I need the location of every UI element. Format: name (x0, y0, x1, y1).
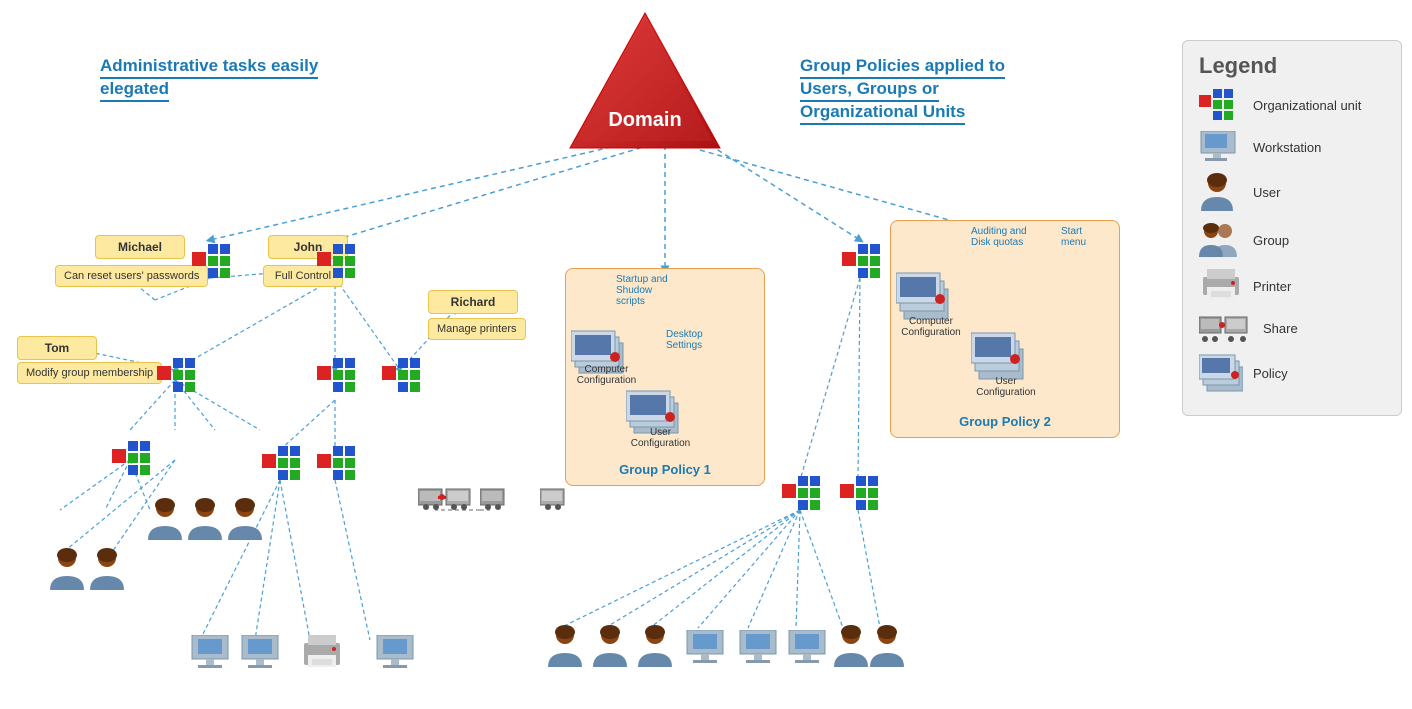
legend-item-group: Group (1199, 221, 1385, 259)
legend-user-icon (1199, 173, 1243, 211)
legend-item-workstation: Workstation (1199, 131, 1385, 163)
user-icon-r2 (593, 625, 627, 667)
legend-ws-icon (1199, 131, 1243, 163)
gp1-startup-label: Startup andShudowscripts (616, 274, 761, 307)
ws-icon-r3 (787, 630, 831, 668)
user-icon-r3 (638, 625, 672, 667)
main-canvas: Administrative tasks easily elegated Gro… (0, 0, 1412, 709)
gp2-uc-label: UserConfiguration (971, 376, 1041, 398)
michael-desc: Can reset users' passwords (55, 265, 208, 287)
heading-right: Group Policies applied to Users, Groups … (800, 55, 1060, 124)
share-icon-3 (540, 483, 584, 511)
gp1-title: Group Policy 1 (574, 462, 756, 477)
printer-icon-1 (300, 635, 344, 673)
legend-title: Legend (1199, 53, 1385, 79)
domain-triangle-svg: Domain (565, 8, 725, 153)
legend-item-user: User (1199, 173, 1385, 211)
gp2-cc-label: ComputerConfiguration (896, 316, 966, 338)
ou-icon-mid1 (157, 358, 201, 396)
legend-ou-icon (1199, 89, 1243, 121)
svg-text:Domain: Domain (608, 109, 681, 131)
user-icon-3 (228, 498, 262, 540)
user-icon-r1 (548, 625, 582, 667)
legend-item-policy: Policy (1199, 353, 1385, 393)
ou-icon-right3 (840, 476, 884, 514)
heading-left: Administrative tasks easily elegated (100, 55, 320, 101)
user-icon-4 (50, 548, 84, 590)
gp1-box: ComputerConfiguration UserConfiguration … (565, 268, 765, 486)
ou-icon-right2 (782, 476, 826, 514)
richard-desc: Manage printers (428, 318, 526, 340)
legend-ws-label: Workstation (1253, 140, 1321, 155)
gp1-desktop-label: DesktopSettings (666, 329, 766, 351)
user-icon-2 (188, 498, 222, 540)
ws-icon-r2 (738, 630, 782, 668)
ws-icon-3 (375, 635, 419, 673)
legend-policy-icon (1199, 353, 1243, 393)
user-icon-r5 (870, 625, 904, 667)
ws-icon-r1 (685, 630, 729, 668)
ou-icon-topright (317, 244, 361, 282)
gp2-startmenu-label: Startmenu (1061, 226, 1121, 248)
user-icon-1 (148, 498, 182, 540)
domain-container: Domain (565, 8, 725, 158)
tom-desc: Modify group membership (17, 362, 162, 384)
legend-user-label: User (1253, 185, 1280, 200)
legend-group-label: Group (1253, 233, 1289, 248)
ou-icon-topleft (192, 244, 236, 282)
richard-label: Richard (428, 290, 518, 314)
legend-item-share: Share (1199, 313, 1385, 343)
legend-item-printer: Printer (1199, 269, 1385, 303)
gp2-title: Group Policy 2 (899, 414, 1111, 429)
legend-policy-label: Policy (1253, 366, 1288, 381)
legend-printer-icon (1199, 269, 1243, 303)
legend-printer-label: Printer (1253, 279, 1291, 294)
legend-group-icon (1199, 221, 1243, 259)
ou-icon-bot3 (317, 446, 361, 484)
gp1-uc-label: UserConfiguration (628, 427, 693, 449)
legend-share-label: Share (1263, 321, 1298, 336)
ou-icon-mid2 (317, 358, 361, 396)
legend-ou-label: Organizational unit (1253, 98, 1361, 113)
legend-share-icon (1199, 313, 1253, 343)
michael-label: Michael (95, 235, 185, 259)
tom-label: Tom (17, 336, 97, 360)
ou-icon-bot1 (112, 441, 156, 479)
gp1-cc-label: ComputerConfiguration (574, 364, 639, 386)
ws-icon-2 (240, 635, 284, 673)
user-icon-r4 (834, 625, 868, 667)
ou-icon-bot2 (262, 446, 306, 484)
ws-icon-1 (190, 635, 234, 673)
user-icon-5 (90, 548, 124, 590)
legend-item-ou: Organizational unit (1199, 89, 1385, 121)
gp2-box: ComputerConfiguration UserConfiguration … (890, 220, 1120, 438)
share-icon-1 (418, 483, 472, 511)
ou-icon-mid3 (382, 358, 426, 396)
legend-box: Legend Organizational unit Workstation (1182, 40, 1402, 416)
share-icon-2 (480, 483, 534, 511)
ou-icon-right1 (842, 244, 886, 282)
